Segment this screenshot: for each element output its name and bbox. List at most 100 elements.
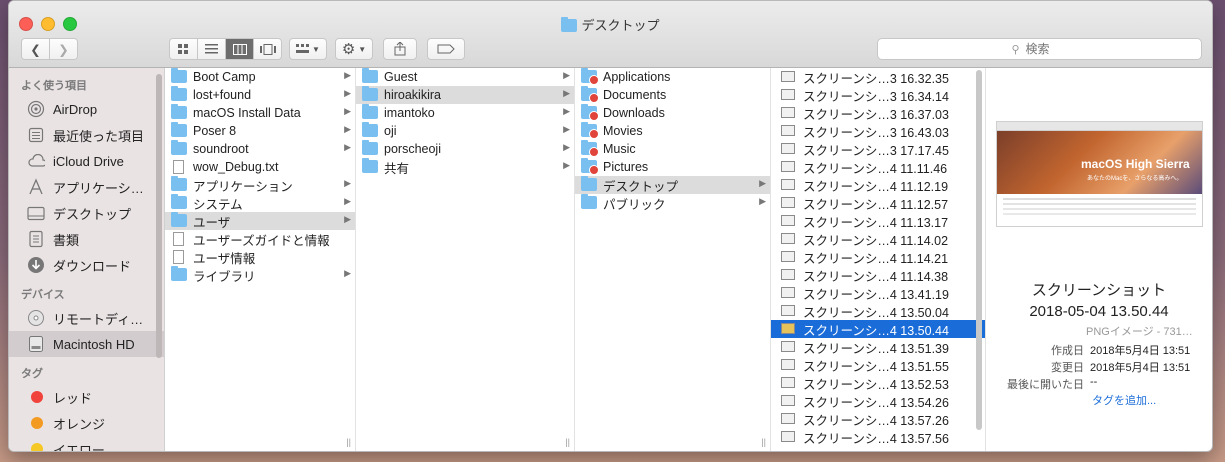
sidebar-item-remote-disc[interactable]: リモートディ…	[9, 305, 164, 331]
file-row[interactable]: ユーザーズガイドと情報	[165, 230, 355, 248]
image-file-icon	[781, 196, 797, 210]
file-row[interactable]: スクリーンシ…4 13.57.26	[771, 410, 985, 428]
folder-icon	[561, 17, 578, 35]
sidebar-tag-red[interactable]: レッド	[9, 384, 164, 410]
disclosure-arrow-icon: ▶	[344, 196, 351, 206]
back-button[interactable]: ❮	[22, 39, 50, 59]
folder-row[interactable]: システム ▶	[165, 194, 355, 212]
sidebar-item-applications[interactable]: アプリケーシ…	[9, 174, 164, 200]
sidebar-item-desktop[interactable]: デスクトップ	[9, 200, 164, 226]
file-row[interactable]: スクリーンシ…3 16.43.03	[771, 122, 985, 140]
file-row[interactable]: スクリーンシ…4 11.13.17	[771, 212, 985, 230]
file-row[interactable]: wow_Debug.txt	[165, 158, 355, 176]
folder-row[interactable]: Poser 8 ▶	[165, 122, 355, 140]
file-row[interactable]: スクリーンシ…3 16.34.14	[771, 86, 985, 104]
row-label: Boot Camp	[193, 70, 256, 84]
file-row[interactable]: スクリーンシ…4 13.51.39	[771, 338, 985, 356]
image-file-icon	[781, 322, 797, 336]
sidebar-item-downloads[interactable]: ダウンロード	[9, 252, 164, 278]
folder-row[interactable]: Pictures	[575, 158, 770, 176]
gallery-view-button[interactable]	[254, 39, 281, 59]
thumbnail-subtitle: あなたのMacを、さらなる高みへ。	[1087, 176, 1183, 182]
restricted-folder-icon	[581, 122, 599, 139]
sidebar-item-macintosh-hd[interactable]: Macintosh HD	[9, 331, 164, 357]
folder-row[interactable]: porscheoji ▶	[356, 140, 574, 158]
column-view-button[interactable]	[226, 39, 254, 59]
sidebar-favorites-header: よく使う項目	[21, 80, 87, 92]
folder-row[interactable]: Documents	[575, 86, 770, 104]
sidebar-tag-yellow[interactable]: イエロー	[9, 436, 164, 451]
folder-row[interactable]: Downloads	[575, 104, 770, 122]
file-row[interactable]: スクリーンシ…4 11.11.46	[771, 158, 985, 176]
sidebar-item-airdrop[interactable]: AirDrop	[9, 96, 164, 122]
file-row[interactable]: スクリーンシ…3 16.37.03	[771, 104, 985, 122]
share-button[interactable]	[383, 38, 417, 60]
row-label: スクリーンシ…4 13.51.39	[803, 341, 949, 356]
file-row[interactable]: スクリーンシ…4 11.12.19	[771, 176, 985, 194]
folder-row[interactable]: 共有 ▶	[356, 158, 574, 176]
file-row[interactable]: スクリーンシ…4 13.57.56	[771, 428, 985, 446]
add-tags-link[interactable]: タグを追加...	[1092, 392, 1156, 408]
file-row[interactable]: スクリーンシ…4 11.14.02	[771, 230, 985, 248]
sidebar-item-icloud-drive[interactable]: iCloud Drive	[9, 148, 164, 174]
file-row[interactable]: スクリーンシ…4 13.52.53	[771, 374, 985, 392]
folder-row[interactable]: ライブラリ ▶	[165, 266, 355, 284]
forward-button[interactable]: ❯	[50, 39, 77, 59]
list-view-button[interactable]	[198, 39, 226, 59]
file-row[interactable]: スクリーンシ…4 13.51.55	[771, 356, 985, 374]
action-menu-button[interactable]: ⚙ ▼	[335, 38, 373, 60]
folder-row[interactable]: パブリック ▶	[575, 194, 770, 212]
sidebar-tag-orange[interactable]: オレンジ	[9, 410, 164, 436]
folder-row[interactable]: Boot Camp ▶	[165, 68, 355, 86]
file-row[interactable]: スクリーンシ…3 17.17.45	[771, 140, 985, 158]
row-label: スクリーンシ…4 13.54.26	[803, 395, 949, 410]
folder-row[interactable]: soundroot ▶	[165, 140, 355, 158]
folder-row[interactable]: Applications	[575, 68, 770, 86]
file-row[interactable]: スクリーンシ…4 13.41.19	[771, 284, 985, 302]
file-row[interactable]: スクリーンシ…4 13.50.44	[771, 320, 985, 338]
folder-row[interactable]: hiroakikira ▶	[356, 86, 574, 104]
browser-column-3: Applications Documents Downloads Movies Musi…	[575, 68, 771, 451]
column-scrollbar[interactable]	[976, 70, 982, 430]
file-row[interactable]: スクリーンシ…4 13.54.26	[771, 392, 985, 410]
column-resize-handle[interactable]: ||	[761, 437, 766, 447]
icon-view-button[interactable]	[170, 39, 198, 59]
tags-button[interactable]	[427, 38, 465, 60]
file-row[interactable]: スクリーンシ…4 11.14.21	[771, 248, 985, 266]
folder-icon	[362, 158, 378, 174]
folder-row[interactable]: macOS Install Data ▶	[165, 104, 355, 122]
thumbnail-hero: macOS High Sierra あなたのMacを、さらなる高みへ。	[997, 131, 1202, 194]
folder-row[interactable]: oji ▶	[356, 122, 574, 140]
folder-row[interactable]: アプリケーション ▶	[165, 176, 355, 194]
sidebar-item-label: リモートディ…	[53, 311, 144, 327]
folder-icon	[171, 266, 187, 282]
file-row[interactable]: スクリーンシ…4 13.50.04	[771, 302, 985, 320]
file-row[interactable]: スクリーンシ…3 16.32.35	[771, 68, 985, 86]
sidebar-item-documents[interactable]: 書類	[9, 226, 164, 252]
disclosure-arrow-icon: ▶	[563, 160, 570, 170]
file-row[interactable]: スクリーンシ…4 11.14.38	[771, 266, 985, 284]
sidebar-scrollbar[interactable]	[156, 74, 162, 358]
sidebar-item-recents[interactable]: 最近使った項目	[9, 122, 164, 148]
search-input[interactable]	[1023, 41, 1068, 57]
folder-row[interactable]: デスクトップ ▶	[575, 176, 770, 194]
preview-thumbnail[interactable]: macOS High Sierra あなたのMacを、さらなる高みへ。	[996, 121, 1203, 227]
folder-row[interactable]: Music	[575, 140, 770, 158]
search-icon: ⚲	[1011, 43, 1020, 56]
file-row[interactable]: スクリーンシ…4 11.12.57	[771, 194, 985, 212]
arrange-menu-button[interactable]: ▼	[289, 38, 327, 60]
folder-row[interactable]: lost+found ▶	[165, 86, 355, 104]
file-row[interactable]: ユーザ情報	[165, 248, 355, 266]
row-label: スクリーンシ…3 16.32.35	[803, 71, 949, 86]
folder-row[interactable]: Movies	[575, 122, 770, 140]
image-file-icon	[781, 214, 797, 228]
folder-row[interactable]: ユーザ ▶	[165, 212, 355, 230]
arrange-icon	[296, 44, 310, 53]
folder-row[interactable]: Guest ▶	[356, 68, 574, 86]
folder-row[interactable]: imantoko ▶	[356, 104, 574, 122]
search-field[interactable]: ⚲	[877, 38, 1202, 60]
column-resize-handle[interactable]: ||	[346, 437, 351, 447]
row-label: スクリーンシ…4 11.13.17	[803, 215, 949, 230]
column-resize-handle[interactable]: ||	[565, 437, 570, 447]
disclosure-arrow-icon: ▶	[563, 124, 570, 134]
